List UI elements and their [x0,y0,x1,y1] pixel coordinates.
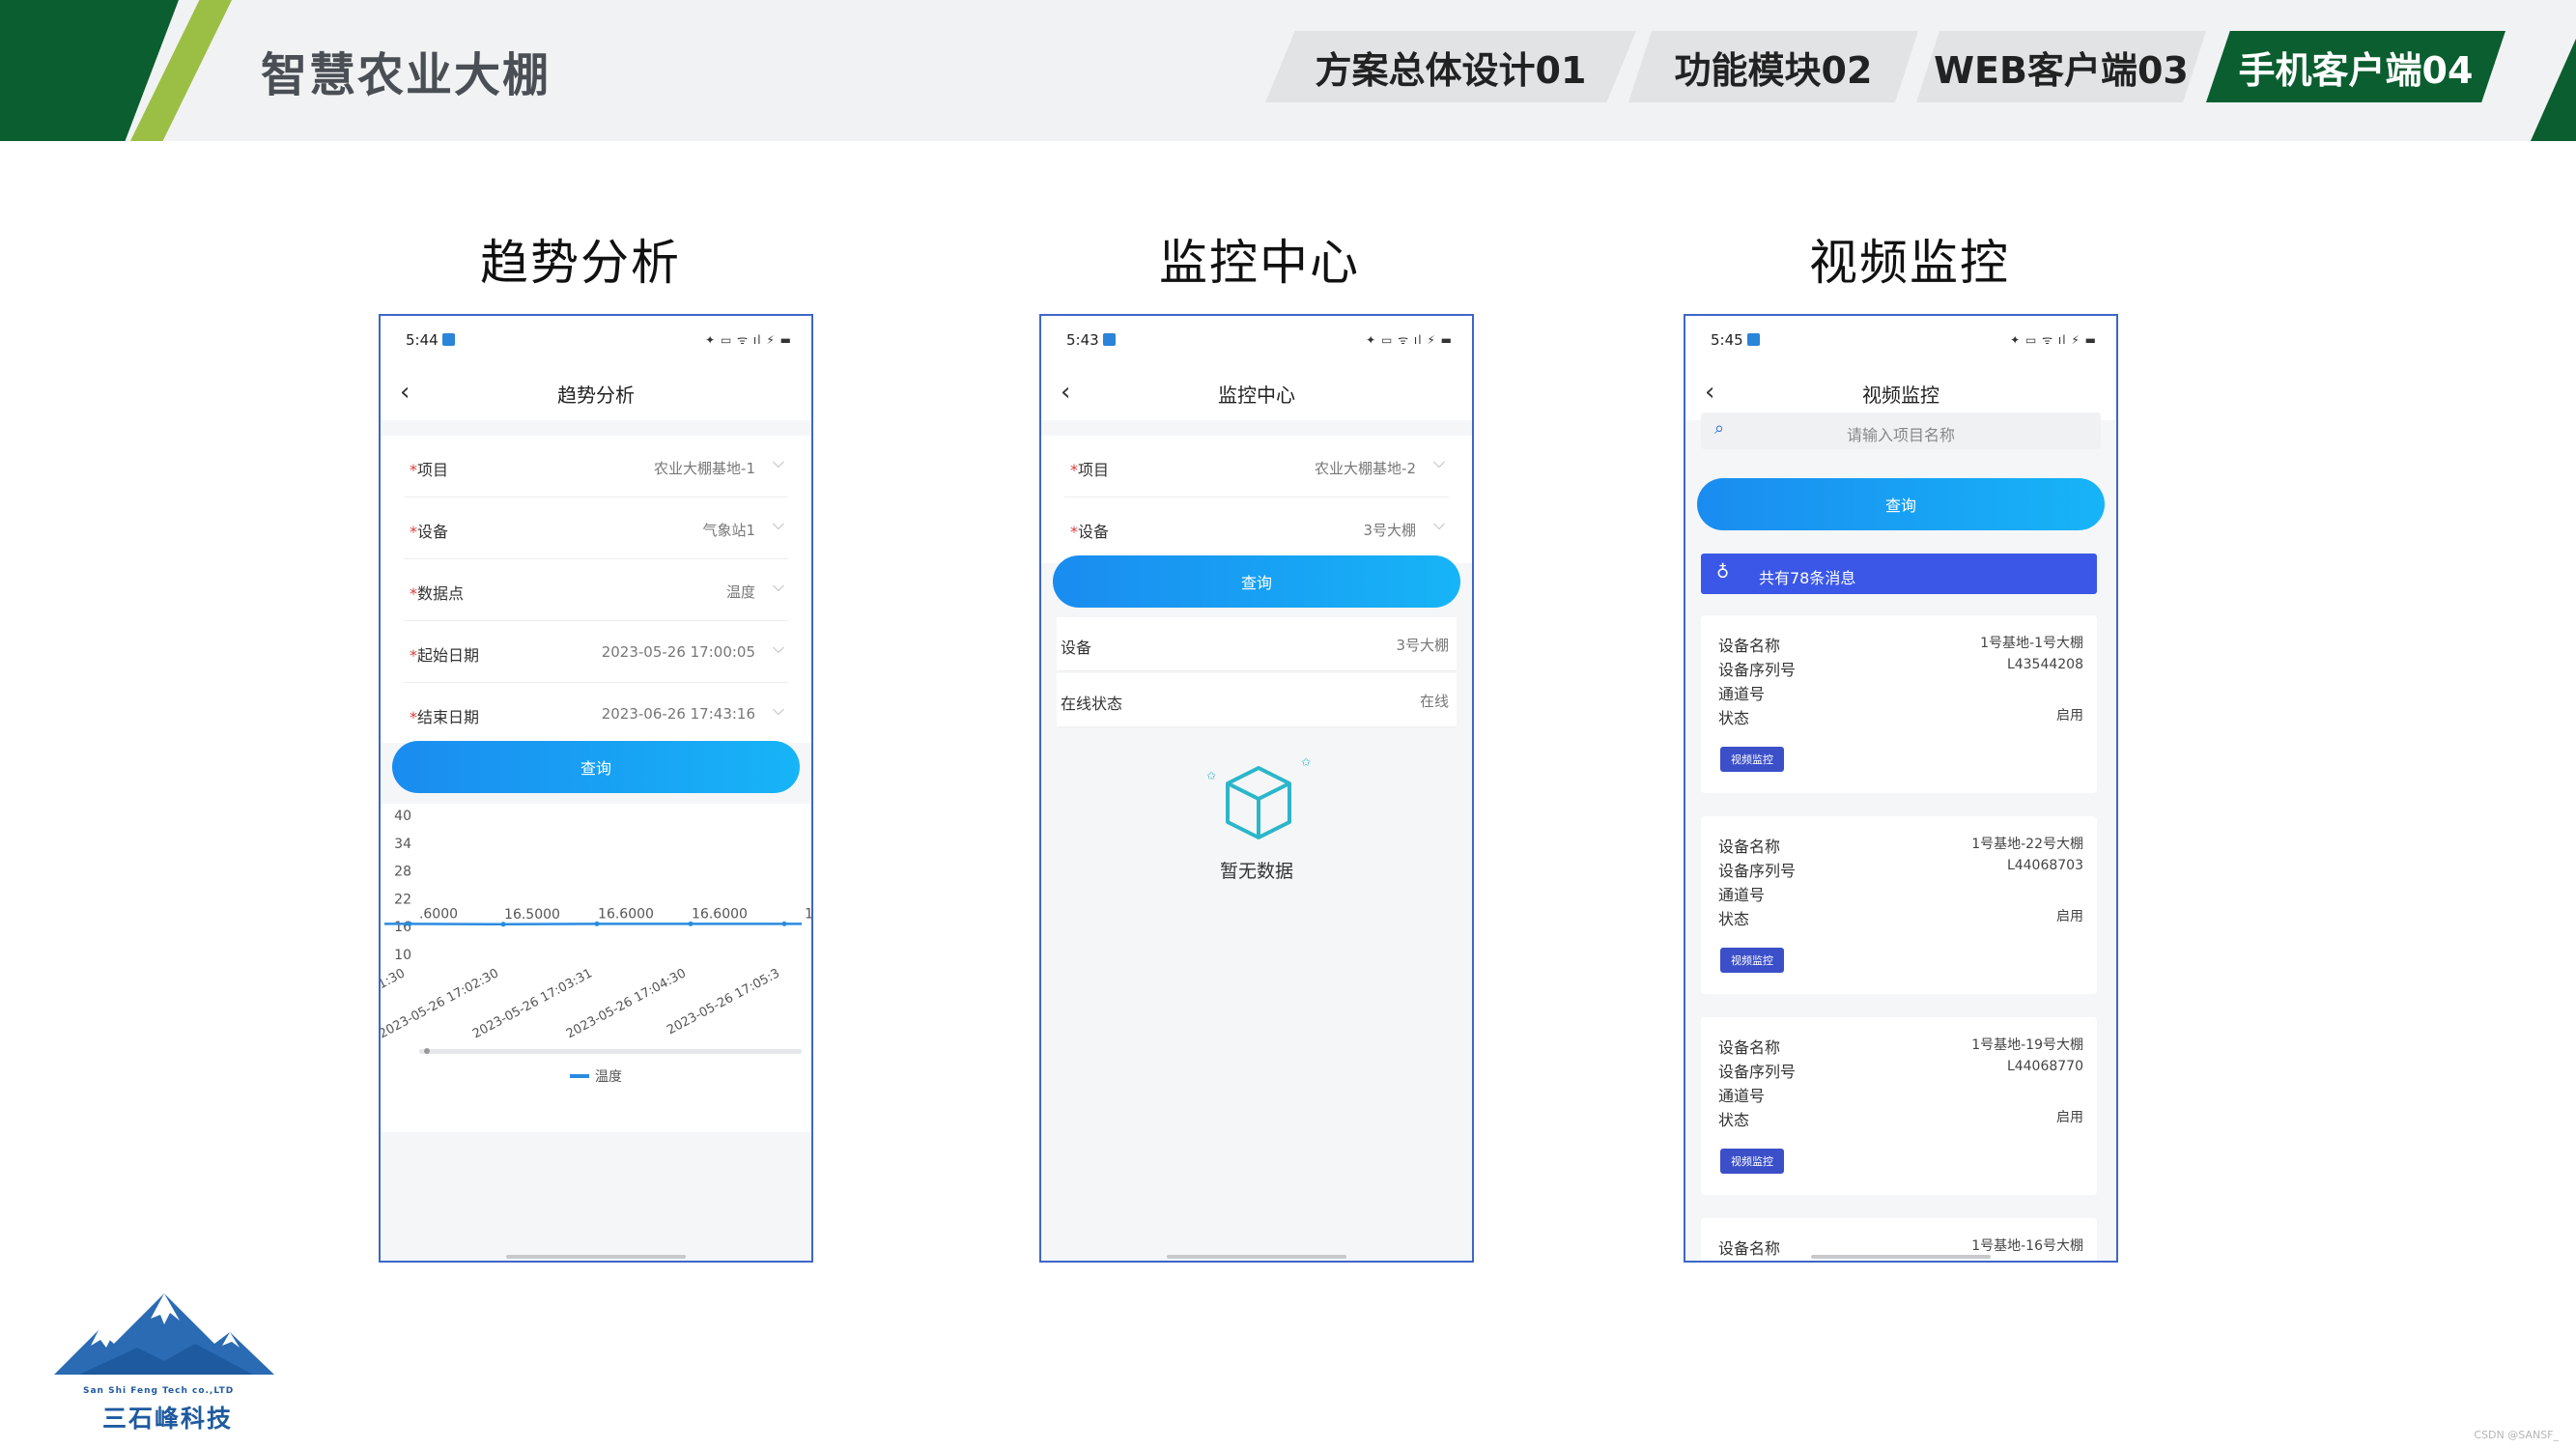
svg-text:✩: ✩ [1206,769,1216,782]
device-card: 设备名称 1号基地-22号大棚 设备序列号 L44068703 通道号 状态 启用 视… [1701,816,2097,994]
phone-monitor: 5:43 ✦ ▭ ᯤ ıl ⚡ ▬ ‹ 监控中心 *项目 农业大棚基地-2 ⌵ … [1039,314,1474,1263]
nav-title: 趋势分析 [557,384,635,407]
zoom-slider-handle [424,1048,430,1054]
phone-video: 5:45 ✦ ▭ ᯤ ıl ⚡ ▬ ‹ 视频监控 ⌕ 请输入项目名称 查询 ♁ … [1684,314,2118,1263]
phone-trend: 5:44 ✦ ▭ ᯤ ıl ⚡ ▬ ‹ 趋势分析 *项目 农业大棚基地-1 ⌵ … [379,314,813,1263]
y-tick-label: 40 [394,809,411,824]
tab-mobile-client[interactable]: 手机客户端04 [2206,31,2505,102]
tab-modules[interactable]: 功能模块02 [1628,31,1918,102]
app-notification-icon [1747,333,1760,346]
zoom-slider-track [419,1049,802,1054]
data-label: 16.5000 [504,907,560,923]
device-card: 设备名称 1号基地-19号大棚 设备序列号 L44068770 通道号 状态 启用 视… [1701,1017,2097,1195]
data-point [594,921,600,926]
query-form: *项目 农业大棚基地-1 ⌵ *设备 气象站1 ⌵ *数据点 温度 ⌵ *起始日… [381,436,811,745]
slide: 智慧农业大棚 方案总体设计01 功能模块02 WEB客户端03 手机客户端04 … [0,0,2576,1449]
data-point [688,921,694,926]
chevron-down-icon: ⌵ [772,577,784,595]
trend-chart: 403428221610.600016.500016.600016.600016… [381,804,811,1132]
video-monitor-button[interactable]: 视频监控 [1720,747,1784,772]
mountain-logo-icon [54,1293,274,1375]
section-title-video: 视频监控 [1809,235,2010,291]
chevron-down-icon: ⌵ [772,453,784,471]
nav-bar: ‹ 视频监控 [1685,362,2116,420]
query-button[interactable]: 查询 [392,741,800,793]
legend-label: 温度 [595,1069,622,1085]
tab-web-client[interactable]: WEB客户端03 [1916,31,2206,102]
device-card: 设备名称 1号基地-1号大棚 设备序列号 L43544208 通道号 状态 启用 视频… [1701,615,2097,793]
nav-title: 监控中心 [1218,384,1295,407]
video-monitor-button[interactable]: 视频监控 [1720,1149,1784,1174]
nav-title: 视频监控 [1862,384,1939,407]
status-bar: 5:45 ✦ ▭ ᯤ ıl ⚡ ▬ [1685,316,2116,362]
tab-design[interactable]: 方案总体设计01 [1265,31,1636,102]
data-point [781,921,787,926]
y-tick-label: 28 [394,865,411,880]
status-time: 5:44 [406,331,439,349]
nav-bar: ‹ 趋势分析 [381,362,811,420]
section-title-trend: 趋势分析 [480,235,681,291]
app-notification-icon [1103,333,1116,346]
section-title-monitor: 监控中心 [1159,235,1360,291]
y-tick-label: 10 [394,948,411,963]
video-monitor-button[interactable]: 视频监控 [1720,948,1784,973]
status-time: 5:43 [1066,331,1099,349]
data-point [407,921,412,926]
field-datapoint[interactable]: *数据点 温度 ⌵ [404,559,788,621]
legend-swatch [570,1074,589,1078]
status-icons: ✦ ▭ ᯤ ıl ⚡ ▬ [1366,333,1453,347]
chevron-down-icon: ⌵ [1432,453,1445,471]
query-button[interactable]: 查询 [1697,478,2105,530]
data-label: 16.6000 [598,906,654,922]
status-icons: ✦ ▭ ᯤ ıl ⚡ ▬ [705,333,792,347]
watermark: CSDN @SANSF_ [2474,1429,2559,1441]
logo-chinese-name: 三石峰科技 [102,1405,234,1433]
field-project[interactable]: *项目 农业大棚基地-2 ⌵ [1064,436,1449,497]
chevron-down-icon: ⌵ [772,700,784,719]
trend-chart-svg: 403428221610.600016.500016.600016.600016… [381,809,811,1085]
svg-text:✩: ✩ [1301,755,1311,769]
status-time: 5:45 [1711,331,1743,349]
header-corner-stripe [2531,39,2576,141]
y-tick-label: 34 [394,837,411,852]
search-placeholder: 请输入项目名称 [1846,426,1955,444]
home-indicator [506,1255,686,1259]
search-input[interactable]: ⌕ 请输入项目名称 [1701,412,2101,449]
lightbulb-icon: ♁ [1716,562,1730,582]
empty-state-text: 暂无数据 [1219,861,1293,882]
data-label: .6000 [419,906,458,922]
detail-row-device: 设备 3号大棚 [1057,617,1457,671]
query-form: *项目 农业大棚基地-2 ⌵ *设备 3号大棚 ⌵ [1041,436,1472,563]
chevron-down-icon: ⌵ [772,515,784,533]
data-point [500,922,506,927]
message-count-bar[interactable]: ♁ 共有78条消息 [1701,554,2097,594]
logo-english-name: San Shi Feng Tech co.,LTD [83,1386,235,1396]
detail-row-status: 在线状态 在线 [1057,673,1457,727]
nav-bar: ‹ 监控中心 [1041,362,1472,420]
chevron-down-icon: ⌵ [772,639,784,657]
home-indicator [1811,1255,1991,1259]
company-logo: San Shi Feng Tech co.,LTD 三石峰科技 [50,1290,282,1435]
field-end-date[interactable]: *结束日期 2023-06-26 17:43:16 ⌵ [404,683,788,745]
empty-box-icon: ✩ ✩ [1206,755,1311,839]
field-device[interactable]: *设备 3号大棚 ⌵ [1064,497,1449,559]
query-button[interactable]: 查询 [1053,555,1460,608]
status-bar: 5:43 ✦ ▭ ᯤ ıl ⚡ ▬ [1041,316,1472,362]
home-indicator [1167,1255,1346,1259]
x-tick-label: 6 17:01:30 [381,966,408,1010]
page-title: 智慧农业大棚 [261,48,552,102]
field-project[interactable]: *项目 农业大棚基地-1 ⌵ [404,436,788,497]
data-label: 16 [805,906,811,922]
field-device[interactable]: *设备 气象站1 ⌵ [404,497,788,559]
status-bar: 5:44 ✦ ▭ ᯤ ıl ⚡ ▬ [381,316,811,362]
y-tick-label: 22 [394,892,411,907]
field-start-date[interactable]: *起始日期 2023-05-26 17:00:05 ⌵ [404,621,788,683]
app-notification-icon [442,333,455,346]
header-bar: 智慧农业大棚 方案总体设计01 功能模块02 WEB客户端03 手机客户端04 [0,0,2576,141]
status-icons: ✦ ▭ ᯤ ıl ⚡ ▬ [2010,333,2097,347]
data-label: 16.6000 [692,906,748,922]
chevron-down-icon: ⌵ [1432,515,1445,533]
